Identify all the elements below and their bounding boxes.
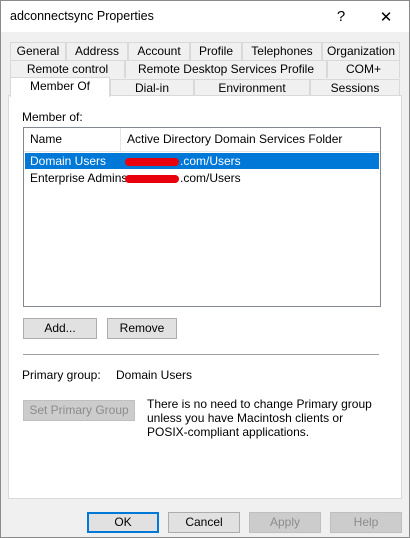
primary-group-value: Domain Users — [116, 368, 193, 382]
row-name: Enterprise Admins — [30, 171, 128, 185]
tab-remote-control[interactable]: Remote control — [10, 60, 125, 78]
ok-button[interactable]: OK — [87, 512, 159, 533]
tab-telephones[interactable]: Telephones — [242, 42, 322, 60]
set-primary-group-button[interactable]: Set Primary Group — [23, 400, 135, 421]
primary-group-label: Primary group: — [22, 368, 101, 382]
help-button[interactable]: Help — [330, 512, 402, 533]
cancel-button[interactable]: Cancel — [168, 512, 240, 533]
tab-account[interactable]: Account — [128, 42, 190, 60]
remove-button[interactable]: Remove — [107, 318, 177, 339]
tab-com-plus[interactable]: COM+ — [327, 60, 400, 78]
tab-remote-desktop-services-profile[interactable]: Remote Desktop Services Profile — [125, 60, 327, 78]
column-header-name[interactable]: Name — [24, 128, 120, 151]
title-bar: adconnectsync Properties ? ✕ — [1, 1, 409, 32]
tab-general[interactable]: General — [10, 42, 66, 60]
redaction-mark — [125, 174, 179, 183]
window-title: adconnectsync Properties — [10, 9, 154, 23]
column-header-folder[interactable]: Active Directory Domain Services Folder — [121, 128, 379, 151]
separator-line — [23, 354, 379, 355]
apply-button[interactable]: Apply — [249, 512, 321, 533]
table-row[interactable]: Domain Users .com/Users — [25, 153, 379, 169]
tab-profile[interactable]: Profile — [190, 42, 242, 60]
close-icon[interactable]: ✕ — [363, 1, 409, 32]
help-icon[interactable]: ? — [318, 1, 364, 32]
member-of-panel: Member of: Name Active Directory Domain … — [8, 95, 402, 499]
add-button[interactable]: Add... — [23, 318, 97, 339]
member-of-label: Member of: — [22, 110, 83, 124]
redaction-mark — [125, 157, 179, 166]
row-name: Domain Users — [30, 154, 107, 168]
row-folder-cell: .com/Users — [120, 170, 241, 186]
list-header: Name Active Directory Domain Services Fo… — [24, 128, 380, 152]
table-row[interactable]: Enterprise Admins .com/Users — [25, 170, 379, 186]
tab-member-of[interactable]: Member Of — [10, 77, 110, 97]
tab-address[interactable]: Address — [66, 42, 128, 60]
properties-dialog: adconnectsync Properties ? ✕ General Add… — [0, 0, 410, 538]
row-folder-cell: .com/Users — [120, 153, 241, 169]
tab-organization[interactable]: Organization — [322, 42, 400, 60]
primary-group-note: There is no need to change Primary group… — [147, 397, 372, 439]
row-folder: .com/Users — [180, 154, 241, 168]
row-folder: .com/Users — [180, 171, 241, 185]
member-of-list[interactable]: Name Active Directory Domain Services Fo… — [23, 127, 381, 307]
